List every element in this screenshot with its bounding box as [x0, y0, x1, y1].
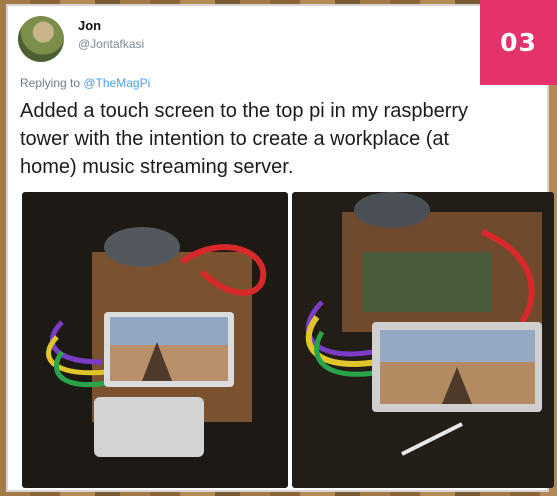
photo-left[interactable]: [22, 192, 288, 488]
reply-line: Replying to @TheMagPi: [20, 76, 150, 90]
reply-prefix: Replying to: [20, 76, 84, 90]
tweet-card: Jon @Jontafkasi Replying to @TheMagPi Ad…: [6, 4, 554, 492]
author-handle[interactable]: @Jontafkasi: [78, 37, 144, 51]
speaker: [354, 192, 430, 228]
tweet-text: Added a touch screen to the top pi in my…: [20, 100, 469, 178]
issue-number-badge: 03: [480, 0, 557, 85]
pi-case: [94, 397, 204, 457]
speaker: [104, 227, 180, 267]
reply-mention-link[interactable]: @TheMagPi: [83, 76, 150, 90]
author-name[interactable]: Jon: [78, 18, 101, 33]
avatar[interactable]: [18, 16, 64, 62]
photo-right[interactable]: [292, 192, 554, 488]
